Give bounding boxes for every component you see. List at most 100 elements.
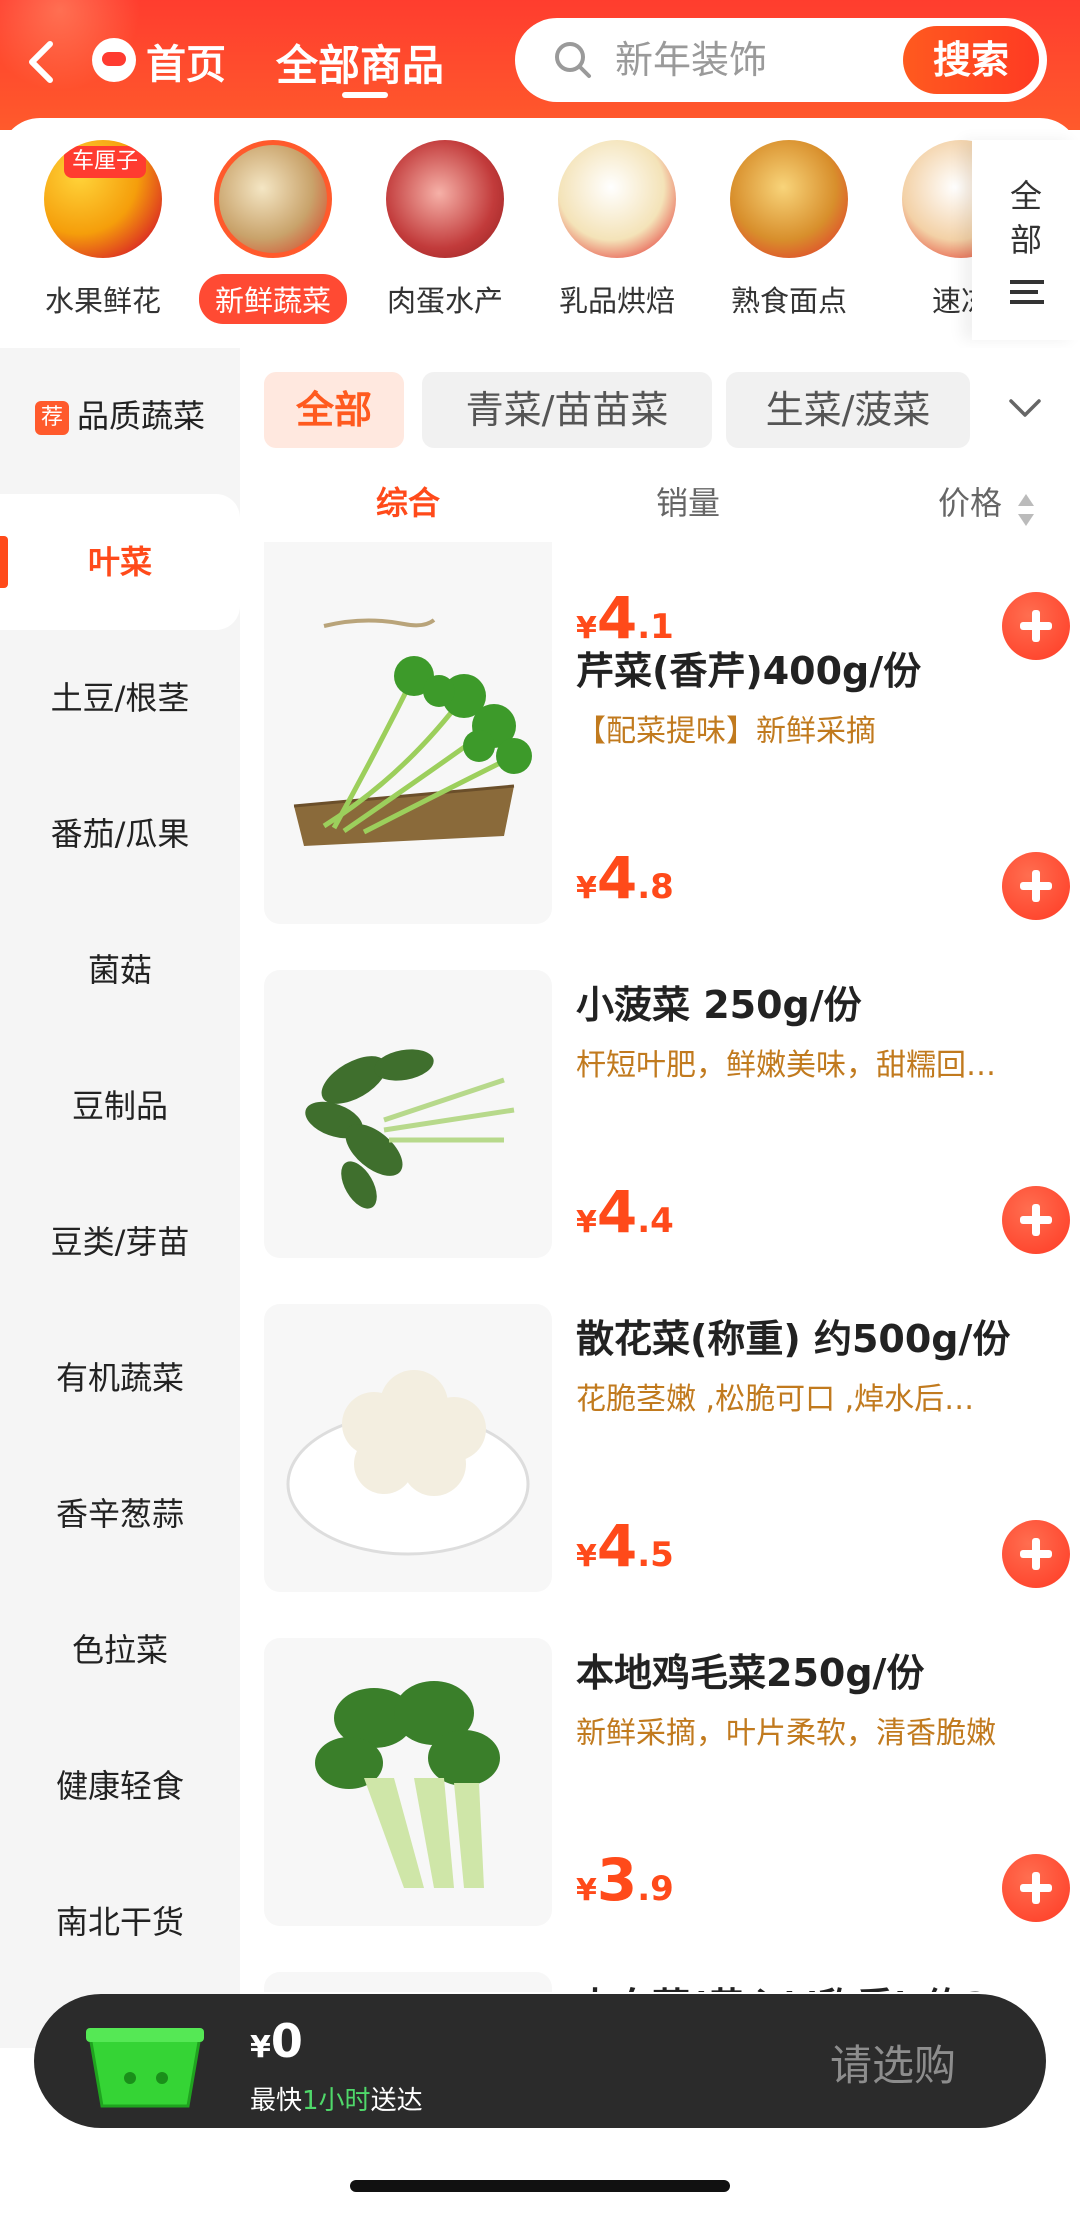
category-label: 新鲜蔬菜 xyxy=(198,274,347,324)
shopping-basket-icon[interactable] xyxy=(80,2016,210,2112)
search-bar[interactable]: 搜索 xyxy=(515,18,1047,102)
sidebar-item-label: 番茄/瓜果 xyxy=(50,815,190,853)
delivery-info: 最快1小时送达 xyxy=(250,2086,423,2116)
product-description: 新鲜采摘，叶片柔软，清香脆嫩 xyxy=(576,1716,996,1751)
product-card[interactable]: 本地鸡毛菜250g/份 新鲜采摘，叶片柔软，清香脆嫩 ¥3.9 xyxy=(264,1638,1070,1928)
product-image xyxy=(264,1638,552,1926)
sidebar-item-healthy[interactable]: 健康轻食 xyxy=(0,1718,240,1854)
product-image xyxy=(264,1304,552,1592)
all-categories-label: 全部 xyxy=(1009,177,1042,259)
sidebar-item-leafy[interactable]: 叶菜 xyxy=(0,494,240,630)
product-card[interactable]: 大白菜(黄心)(称重) 约2.5 xyxy=(264,1972,1064,1992)
product-description: 杆短叶肥，鲜嫩美味，甜糯回… xyxy=(576,1048,996,1083)
sidebar-item-root[interactable]: 土豆/根茎 xyxy=(0,630,240,766)
chips-expand-button[interactable] xyxy=(972,370,1080,456)
dairy-image xyxy=(558,140,676,258)
category-badge: 车厘子 xyxy=(64,146,147,178)
product-image xyxy=(264,970,552,1258)
category-label: 乳品烘焙 xyxy=(558,284,675,318)
meat-image xyxy=(386,140,504,258)
top-header: 首页 全部商品 搜索 xyxy=(0,0,1080,130)
product-description: 花脆茎嫩 ,松脆可口 ,焯水后… xyxy=(576,1382,975,1417)
product-name: 芹菜(香芹)400g/份 xyxy=(576,649,922,693)
sidebar-item-label: 土豆/根茎 xyxy=(50,679,190,717)
sidebar-item-label: 南北干货 xyxy=(55,1903,184,1941)
sidebar-item-spices[interactable]: 香辛葱蒜 xyxy=(0,1446,240,1582)
category-label: 肉蛋水产 xyxy=(386,284,503,318)
product-image xyxy=(264,636,552,924)
page-title: 全部商品 xyxy=(276,41,445,90)
fruit-image: 车厘子 xyxy=(44,140,162,258)
checkout-button[interactable]: 请选购 xyxy=(830,2032,956,2093)
sidebar-item-label: 叶菜 xyxy=(87,543,152,581)
search-icon xyxy=(555,42,591,78)
vegetable-image xyxy=(214,140,332,258)
deli-image xyxy=(730,140,848,258)
add-to-cart-button[interactable] xyxy=(1002,1854,1070,1922)
sidebar-item-label: 豆制品 xyxy=(71,1087,168,1125)
sort-comprehensive[interactable]: 综合 xyxy=(376,478,440,524)
sidebar-item-organic[interactable]: 有机蔬菜 xyxy=(0,1310,240,1446)
sidebar-item-label: 健康轻食 xyxy=(55,1767,184,1805)
sidebar-item-label: 菌菇 xyxy=(87,951,152,989)
product-name: 大白菜(黄心)(称重) 约2.5 xyxy=(576,1976,1030,1992)
product-price: ¥4.8 xyxy=(576,844,674,912)
chip-greens[interactable]: 青菜/苗苗菜 xyxy=(422,372,712,448)
sort-price[interactable]: 价格 xyxy=(938,478,1002,524)
recommend-badge: 荐 xyxy=(34,401,69,435)
product-list: ¥4.1 芹菜(香芹)400g/份 【配菜提味】新鲜采摘 ¥4.8 小菠菜 25… xyxy=(240,542,1080,1992)
add-to-cart-button[interactable] xyxy=(1002,1520,1070,1588)
home-indicator[interactable] xyxy=(350,2180,730,2192)
product-card[interactable]: 散花菜(称重) 约500g/份 花脆茎嫩 ,松脆可口 ,焯水后… ¥4.5 xyxy=(264,1304,1070,1594)
sidebar-item-label: 豆类/芽苗 xyxy=(50,1223,190,1261)
sidebar-item-mushroom[interactable]: 菌菇 xyxy=(0,902,240,1038)
sidebar-item-tomato[interactable]: 番茄/瓜果 xyxy=(0,766,240,902)
product-card[interactable]: 小菠菜 250g/份 杆短叶肥，鲜嫩美味，甜糯回… ¥4.4 xyxy=(264,970,1070,1260)
title-underline xyxy=(342,92,388,98)
category-dairy[interactable]: 乳品烘焙 xyxy=(542,140,692,340)
all-categories-button[interactable]: 全部 xyxy=(972,140,1080,340)
home-link[interactable]: 首页 xyxy=(146,32,226,90)
chip-lettuce[interactable]: 生菜/菠菜 xyxy=(726,372,970,448)
sidebar-item-label: 品质蔬菜 xyxy=(76,397,205,435)
add-to-cart-button[interactable] xyxy=(1002,852,1070,920)
back-arrow-icon[interactable] xyxy=(20,36,60,88)
sidebar-item-quality-veg[interactable]: 荐品质蔬菜 xyxy=(0,348,240,484)
search-input[interactable] xyxy=(615,36,915,84)
product-name: 本地鸡毛菜250g/份 xyxy=(576,1651,925,1695)
category-label: 熟食面点 xyxy=(730,284,847,318)
search-button[interactable]: 搜索 xyxy=(903,26,1039,94)
chip-all[interactable]: 全部 xyxy=(264,372,404,448)
category-meat[interactable]: 肉蛋水产 xyxy=(370,140,520,340)
product-price: ¥4.4 xyxy=(576,1178,674,1246)
category-vegetable[interactable]: 新鲜蔬菜 xyxy=(198,140,348,340)
product-name: 散花菜(称重) 约500g/份 xyxy=(576,1317,1011,1361)
cart-bar[interactable]: ¥0 最快1小时送达 请选购 xyxy=(34,1994,1046,2128)
product-image xyxy=(264,1972,552,1992)
sidebar-item-dried[interactable]: 南北干货 xyxy=(0,1854,240,1990)
category-strip: 车厘子 水果鲜花 新鲜蔬菜 肉蛋水产 乳品烘焙 熟食面点 速冻 xyxy=(0,118,1080,348)
subcategory-sidebar: 荐品质蔬菜 叶菜 土豆/根茎 番茄/瓜果 菌菇 豆制品 豆类/芽苗 有机蔬菜 香… xyxy=(0,348,240,2048)
product-description: 【配菜提味】新鲜采摘 xyxy=(576,714,876,749)
sidebar-item-beans[interactable]: 豆类/芽苗 xyxy=(0,1174,240,1310)
category-deli[interactable]: 熟食面点 xyxy=(714,140,864,340)
add-to-cart-button[interactable] xyxy=(1002,1186,1070,1254)
category-fruit[interactable]: 车厘子 水果鲜花 xyxy=(28,140,178,340)
product-name: 小菠菜 250g/份 xyxy=(576,983,862,1027)
chevron-down-icon xyxy=(1009,399,1041,417)
menu-icon xyxy=(1010,280,1044,304)
sort-sales[interactable]: 销量 xyxy=(656,478,720,524)
sidebar-item-label: 色拉菜 xyxy=(71,1631,168,1669)
sidebar-item-label: 有机蔬菜 xyxy=(55,1359,184,1397)
product-price: ¥3.9 xyxy=(576,1846,674,1914)
product-price: ¥4.5 xyxy=(576,1512,674,1580)
cart-total: ¥0 xyxy=(250,2014,303,2068)
sidebar-item-salad[interactable]: 色拉菜 xyxy=(0,1582,240,1718)
product-card[interactable]: 芹菜(香芹)400g/份 【配菜提味】新鲜采摘 ¥4.8 xyxy=(264,636,1070,926)
sidebar-item-label: 香辛葱蒜 xyxy=(55,1495,184,1533)
filter-chips: 全部 青菜/苗苗菜 生菜/菠菜 xyxy=(240,348,1080,458)
sort-bar: 综合 销量 价格 xyxy=(240,458,1080,542)
category-label: 水果鲜花 xyxy=(44,284,161,318)
store-logo-icon xyxy=(92,38,136,82)
sidebar-item-tofu[interactable]: 豆制品 xyxy=(0,1038,240,1174)
